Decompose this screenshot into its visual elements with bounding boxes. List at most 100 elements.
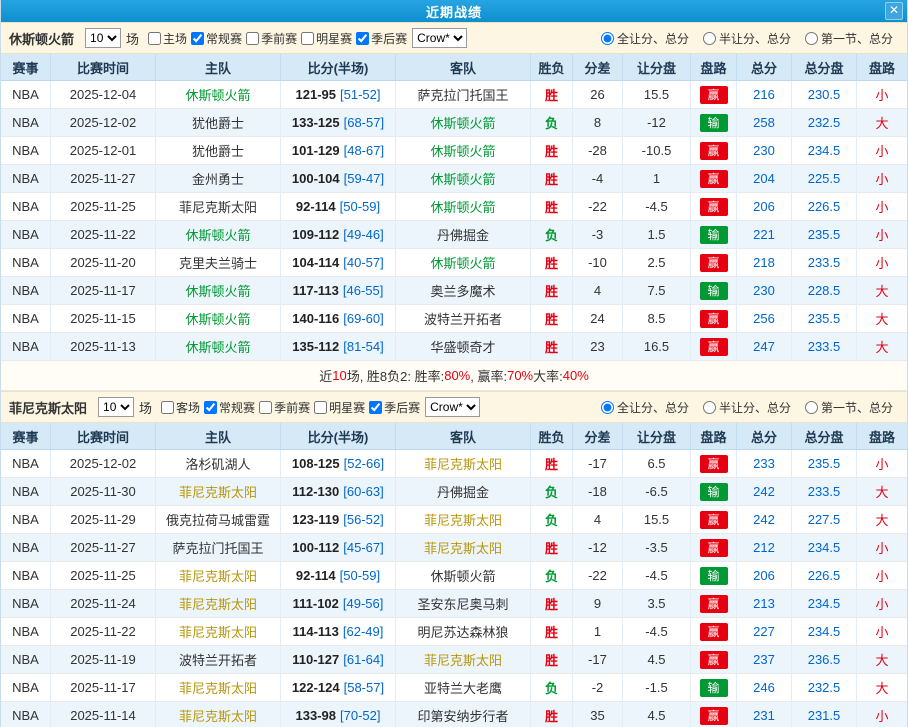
cell-total-points: 246 [737, 674, 792, 701]
table-body: NBA 2025-12-04 休斯顿火箭 121-95[51-52] 萨克拉门托… [1, 81, 907, 361]
team-name: 菲尼克斯太阳 [9, 398, 87, 417]
cell-handicap-line: 4.5 [623, 646, 691, 673]
cell-win-loss: 胜 [531, 277, 573, 304]
cell-league: NBA [1, 109, 51, 136]
filter-checkbox[interactable]: 主场 [144, 30, 187, 47]
cell-away-team: 休斯顿火箭 [396, 137, 531, 164]
cell-away-team: 休斯顿火箭 [396, 165, 531, 192]
odds-type-radio[interactable]: 半让分、总分 [703, 30, 791, 47]
cell-away-team: 菲尼克斯太阳 [396, 450, 531, 477]
games-count-select[interactable]: 10 [98, 397, 134, 417]
cell-point-diff: 4 [573, 277, 623, 304]
cell-date: 2025-11-22 [51, 221, 156, 248]
radio-input[interactable] [703, 32, 716, 45]
filter-checkbox[interactable]: 季前赛 [242, 30, 297, 47]
fulltime-score: 100-112 [292, 540, 339, 555]
filter-checkbox[interactable]: 常规赛 [200, 399, 255, 416]
cell-win-loss: 胜 [531, 333, 573, 360]
cell-score: 114-113[62-49] [281, 618, 396, 645]
cell-total-points: 218 [737, 249, 792, 276]
cell-away-team: 菲尼克斯太阳 [396, 534, 531, 561]
cell-score: 112-130[60-63] [281, 478, 396, 505]
halftime-score: [48-67] [344, 143, 384, 158]
column-header: 客队 [396, 423, 531, 449]
filter-checkbox-group: 客场常规赛季前赛明星赛季后赛 [157, 399, 420, 416]
filter-checkbox[interactable]: 明星赛 [310, 399, 365, 416]
cell-home-team: 菲尼克斯太阳 [156, 702, 281, 727]
fulltime-score: 100-104 [292, 171, 340, 186]
cell-handicap-result: 赢 [691, 305, 737, 332]
checkbox-label: 季前赛 [261, 30, 297, 47]
team-controls-bar: 菲尼克斯太阳 10 场 客场常规赛季前赛明星赛季后赛 Crow* 全让分、总分半… [1, 391, 907, 423]
column-header: 赛事 [1, 54, 51, 80]
table-row: NBA 2025-11-20 克里夫兰骑士 104-114[40-57] 休斯顿… [1, 249, 907, 277]
close-button[interactable]: ✕ [885, 2, 903, 20]
cell-away-team: 印第安纳步行者 [396, 702, 531, 727]
radio-label: 第一节、总分 [821, 399, 893, 416]
column-header: 客队 [396, 54, 531, 80]
odds-type-radio[interactable]: 全让分、总分 [601, 399, 689, 416]
cell-total-line: 234.5 [792, 618, 857, 645]
checkbox-label: 季后赛 [371, 30, 407, 47]
table-row: NBA 2025-12-04 休斯顿火箭 121-95[51-52] 萨克拉门托… [1, 81, 907, 109]
games-count-select[interactable]: 10 [85, 28, 121, 48]
checkbox-input[interactable] [314, 401, 327, 414]
cell-over-under: 大 [857, 506, 907, 533]
cell-score: 92-114[50-59] [281, 193, 396, 220]
cell-score: 117-113[46-55] [281, 277, 396, 304]
checkbox-label: 客场 [176, 399, 200, 416]
checkbox-input[interactable] [161, 401, 174, 414]
checkbox-input[interactable] [356, 32, 369, 45]
radio-input[interactable] [601, 401, 614, 414]
radio-input[interactable] [601, 32, 614, 45]
checkbox-input[interactable] [191, 32, 204, 45]
filter-checkbox[interactable]: 客场 [157, 399, 200, 416]
cell-league: NBA [1, 277, 51, 304]
odds-type-radio[interactable]: 第一节、总分 [805, 399, 893, 416]
filter-checkbox[interactable]: 明星赛 [297, 30, 352, 47]
cell-date: 2025-11-24 [51, 590, 156, 617]
summary-text: 40% [563, 368, 589, 383]
cell-over-under: 小 [857, 618, 907, 645]
handicap-result-badge: 赢 [700, 142, 728, 160]
checkbox-label: 主场 [163, 30, 187, 47]
cell-handicap-result: 赢 [691, 506, 737, 533]
filter-checkbox[interactable]: 季前赛 [255, 399, 310, 416]
odds-type-radio[interactable]: 半让分、总分 [703, 399, 791, 416]
radio-input[interactable] [805, 32, 818, 45]
cell-over-under: 小 [857, 534, 907, 561]
cell-league: NBA [1, 562, 51, 589]
filter-checkbox[interactable]: 常规赛 [187, 30, 242, 47]
column-header: 比赛时间 [51, 423, 156, 449]
cell-date: 2025-12-01 [51, 137, 156, 164]
cell-handicap-line: -1.5 [623, 674, 691, 701]
table-row: NBA 2025-11-17 菲尼克斯太阳 122-124[58-57] 亚特兰… [1, 674, 907, 702]
cell-handicap-line: -4.5 [623, 193, 691, 220]
odds-type-radio[interactable]: 第一节、总分 [805, 30, 893, 47]
checkbox-input[interactable] [259, 401, 272, 414]
fulltime-score: 123-119 [292, 512, 339, 527]
checkbox-input[interactable] [204, 401, 217, 414]
checkbox-input[interactable] [369, 401, 382, 414]
cell-handicap-line: 4.5 [623, 702, 691, 727]
odds-company-select[interactable]: Crow* [412, 28, 467, 48]
radio-input[interactable] [703, 401, 716, 414]
cell-league: NBA [1, 221, 51, 248]
column-header: 总分盘 [792, 423, 857, 449]
fulltime-score: 140-116 [292, 311, 339, 326]
fulltime-score: 117-113 [293, 283, 339, 298]
fulltime-score: 101-129 [292, 143, 340, 158]
radio-label: 全让分、总分 [617, 399, 689, 416]
table-row: NBA 2025-12-02 犹他爵士 133-125[68-57] 休斯顿火箭… [1, 109, 907, 137]
odds-type-radio[interactable]: 全让分、总分 [601, 30, 689, 47]
checkbox-input[interactable] [148, 32, 161, 45]
filter-checkbox[interactable]: 季后赛 [365, 399, 420, 416]
column-header: 分差 [573, 423, 623, 449]
radio-input[interactable] [805, 401, 818, 414]
checkbox-input[interactable] [301, 32, 314, 45]
cell-handicap-result: 赢 [691, 702, 737, 727]
cell-score: 111-102[49-56] [281, 590, 396, 617]
odds-company-select[interactable]: Crow* [425, 397, 480, 417]
filter-checkbox[interactable]: 季后赛 [352, 30, 407, 47]
checkbox-input[interactable] [246, 32, 259, 45]
